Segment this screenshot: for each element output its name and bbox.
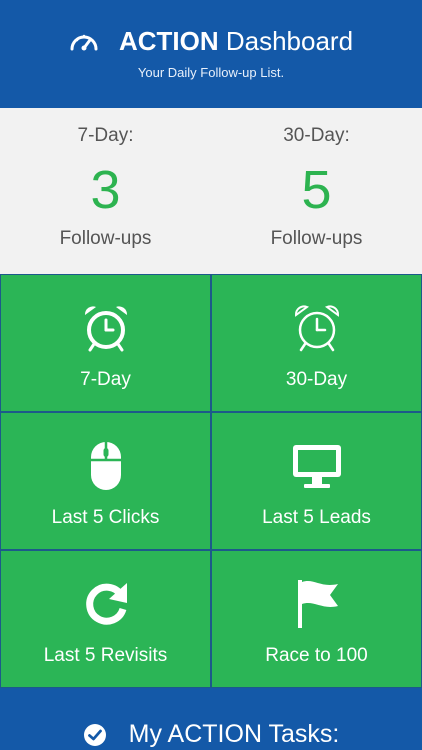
tile-7-day[interactable]: 7-Day [1,275,210,411]
tile-label: Last 5 Revisits [43,645,168,666]
tile-label: 7-Day [80,369,131,390]
action-tasks-title: My ACTION Tasks: [128,720,340,748]
stat-count: 5 [301,160,332,220]
header-title-row: ACTION Dashboard [0,26,422,56]
stat-count: 3 [90,160,121,220]
flag-icon [297,580,338,628]
tile-last-5-revisits[interactable]: Last 5 Revisits [1,551,210,687]
tile-label: Last 5 Leads [262,507,371,528]
tile-30-day[interactable]: 30-Day [212,275,421,411]
stat-unit: Follow-ups [270,228,363,249]
action-tile-grid: 7-Day 30-Day Last 5 Clicks Last 5 Leads … [0,274,422,688]
stat-7-day: 7-Day: 3 Follow-ups [0,108,211,274]
alarm-clock-icon [84,306,127,352]
alarm-clock-outline-icon [294,305,339,352]
tile-last-5-leads[interactable]: Last 5 Leads [212,413,421,549]
check-circle-icon [83,723,106,746]
monitor-icon [292,445,341,488]
speedometer-icon [70,34,98,51]
page-subtitle: Your Daily Follow-up List. [137,65,285,80]
stat-period: 30-Day: [283,125,350,146]
action-tasks-row: My ACTION Tasks: [0,720,422,749]
action-tasks-bar[interactable]: My ACTION Tasks: [0,688,422,750]
stat-30-day: 30-Day: 5 Follow-ups [211,108,422,274]
tile-race-to-100[interactable]: Race to 100 [212,551,421,687]
page-title: ACTION Dashboard [118,26,354,56]
refresh-icon [85,583,127,625]
tile-label: Last 5 Clicks [51,507,160,528]
stat-unit: Follow-ups [59,228,152,249]
stat-period: 7-Day: [77,125,134,146]
mouse-icon [90,442,121,490]
follow-up-stats: 7-Day: 3 Follow-ups 30-Day: 5 Follow-ups [0,108,422,274]
tile-label: Race to 100 [265,645,368,666]
dashboard-header: ACTION Dashboard Your Daily Follow-up Li… [0,0,422,108]
tile-label: 30-Day [285,369,348,390]
tile-last-5-clicks[interactable]: Last 5 Clicks [1,413,210,549]
